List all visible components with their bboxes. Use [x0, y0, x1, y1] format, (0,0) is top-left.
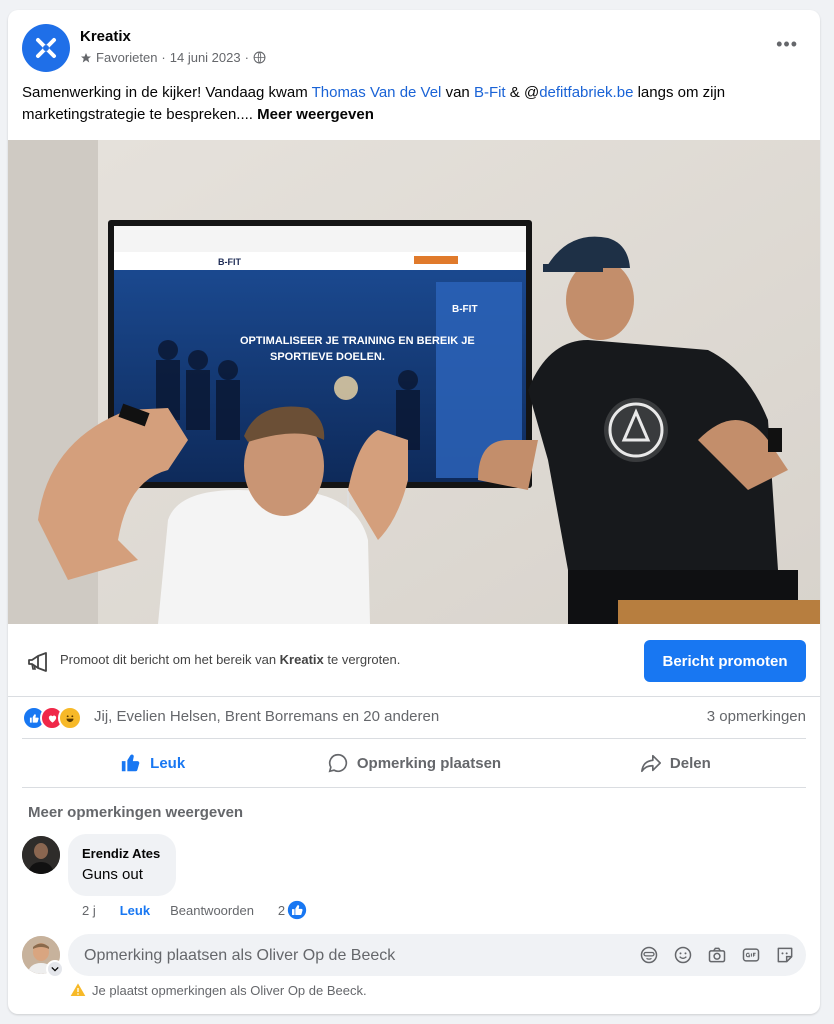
kreatix-logo-icon	[36, 38, 56, 58]
mention-link-bfit[interactable]: B-Fit	[474, 84, 506, 101]
comment-time[interactable]: 2 j	[82, 903, 96, 918]
post-text-part: van	[441, 84, 474, 101]
comment-input[interactable]	[82, 934, 626, 978]
gif-icon[interactable]	[740, 944, 762, 966]
mention-link-defitfabriek[interactable]: defitfabriek.be	[539, 84, 633, 101]
comment-button[interactable]: Opmerking plaatsen	[283, 739, 544, 787]
sticker-icon[interactable]	[774, 944, 796, 966]
commenter-avatar[interactable]	[22, 836, 60, 874]
comment-reaction-number: 2	[277, 902, 286, 918]
composer-icons	[638, 944, 796, 966]
post-header: Kreatix Favorieten · 14 juni 2023 · •••	[8, 10, 820, 80]
like-button[interactable]: Leuk	[22, 739, 283, 787]
share-button[interactable]: Delen	[545, 739, 806, 787]
promote-text: Promoot dit bericht om het bereik van Kr…	[60, 652, 400, 667]
post-card: Kreatix Favorieten · 14 juni 2023 · ••• …	[8, 10, 820, 1014]
thumbs-up-icon	[121, 754, 140, 772]
camera-icon[interactable]	[706, 944, 728, 966]
screen-headline-1: OPTIMALISEER JE TRAINING EN BEREIK JE	[240, 335, 475, 347]
comment-composer	[68, 934, 806, 978]
commenting-as-notice: Je plaatst opmerkingen als Oliver Op de …	[70, 982, 367, 998]
comment-label: Opmerking plaatsen	[356, 754, 502, 772]
comment-like-button[interactable]: Leuk	[120, 903, 150, 918]
post-text-part: & @	[505, 84, 540, 101]
post-meta: Favorieten · 14 juni 2023 ·	[80, 50, 266, 65]
meta-separator: ·	[244, 50, 249, 65]
mention-link-thomas[interactable]: Thomas Van de Vel	[312, 84, 442, 101]
screen-logo-text: B-FIT	[218, 257, 241, 267]
avatar-sticker-icon[interactable]	[638, 944, 660, 966]
favorites-label[interactable]: Favorieten	[96, 50, 157, 65]
screen-badge-text: B-FIT	[452, 304, 478, 315]
page-name[interactable]: Kreatix	[80, 28, 131, 45]
comments-count[interactable]: 3 opmerkingen	[707, 708, 806, 725]
reaction-icons[interactable]	[22, 706, 82, 730]
promote-post-button[interactable]: Bericht promoten	[644, 640, 806, 682]
emoji-icon[interactable]	[672, 944, 694, 966]
comment-icon	[328, 753, 347, 773]
post-text-part: Samenwerking in de kijker! Vandaag kwam	[22, 84, 312, 101]
share-label: Delen	[669, 754, 711, 772]
post-text: Samenwerking in de kijker! Vandaag kwam …	[22, 82, 802, 126]
chevron-down-icon[interactable]	[46, 960, 64, 978]
reaction-names[interactable]: Jij, Evelien Helsen, Brent Borremans en …	[94, 708, 439, 725]
comment-bubble: Erendiz Ates Guns out	[68, 834, 176, 896]
promote-text-part: Promoot dit bericht om het bereik van	[60, 652, 280, 667]
promote-page-name: Kreatix	[279, 652, 324, 667]
like-icon	[287, 900, 307, 920]
comment-author[interactable]: Erendiz Ates	[82, 846, 160, 861]
share-icon	[640, 754, 661, 773]
post-date[interactable]: 14 juni 2023	[170, 50, 241, 65]
like-label: Leuk	[150, 754, 186, 772]
haha-icon	[58, 706, 82, 730]
action-bar: Leuk Opmerking plaatsen Delen	[22, 738, 806, 788]
meta-separator: ·	[161, 50, 166, 65]
user-avatar[interactable]	[22, 936, 64, 978]
more-comments-link[interactable]: Meer opmerkingen weergeven	[28, 804, 243, 821]
screen-headline-2: SPORTIEVE DOELEN.	[270, 351, 385, 363]
see-more-link[interactable]: Meer weergeven	[257, 106, 374, 123]
comment-meta: 2 j Leuk Beantwoorden 2	[82, 900, 307, 920]
promote-bar: Promoot dit bericht om het bereik van Kr…	[8, 626, 820, 697]
page-avatar[interactable]	[22, 24, 70, 72]
reactions-bar: Jij, Evelien Helsen, Brent Borremans en …	[22, 706, 806, 732]
post-photo[interactable]: B-FIT B-FIT OPTIMALISEER JE TRAINING EN …	[8, 140, 820, 624]
promote-text-part: te vergroten.	[323, 652, 401, 667]
warning-icon	[70, 983, 86, 996]
comment-text: Guns out	[82, 866, 143, 883]
comment-reply-button[interactable]: Beantwoorden	[170, 903, 254, 918]
commenting-as-text: Je plaatst opmerkingen als Oliver Op de …	[92, 982, 367, 998]
comment-reaction-count[interactable]: 2	[278, 900, 307, 920]
more-options-button[interactable]: •••	[776, 34, 798, 55]
star-icon	[81, 52, 91, 62]
megaphone-icon	[28, 652, 47, 672]
globe-icon	[253, 51, 266, 64]
photo-illustration: B-FIT B-FIT OPTIMALISEER JE TRAINING EN …	[8, 140, 820, 624]
